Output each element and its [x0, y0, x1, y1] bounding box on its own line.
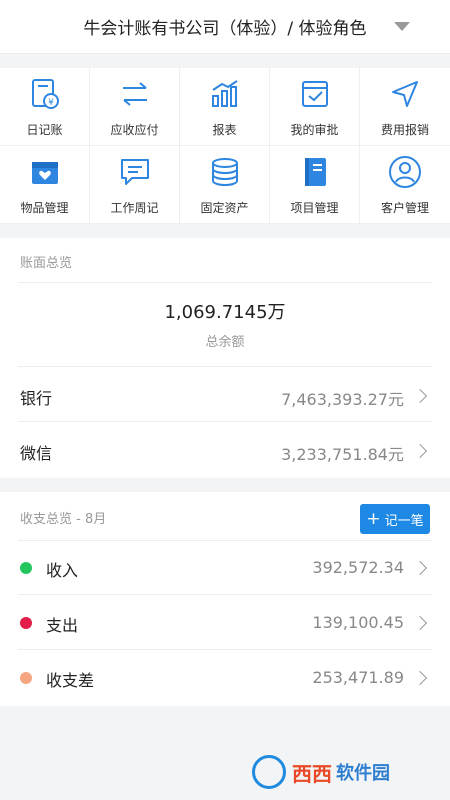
- chevron-right-icon: [412, 388, 428, 404]
- account-overview-card: 账面总览 1,069.7145万 总余额 银行 7,463,393.27元 微信…: [0, 238, 450, 478]
- menu-label: 报表: [212, 123, 237, 137]
- watermark: 西西 软件园: [252, 754, 432, 790]
- income-dot: [20, 562, 32, 574]
- account-row-label: 微信: [20, 444, 53, 463]
- add-record-button[interactable]: + 记一笔: [360, 504, 430, 534]
- divider: [18, 594, 432, 595]
- bar-chart-icon: [207, 76, 243, 112]
- expense-row-value: 139,100.45: [312, 613, 404, 632]
- app-header: 牛会计账有书公司（体验）/ 体验角色: [0, 0, 450, 54]
- expense-row-label: 支出: [46, 616, 79, 635]
- divider: [18, 649, 432, 650]
- dropdown-caret-icon[interactable]: [394, 22, 410, 31]
- menu-label: 工作周记: [110, 201, 159, 215]
- income-row-label: 收入: [46, 561, 79, 580]
- add-record-label: 记一笔: [384, 513, 424, 529]
- account-row-value: 7,463,393.27元: [281, 390, 404, 409]
- feature-grid: ¥ 日记账 应收应付 报表 我的审批 费用报销 物品管理 工作周记 固定资产 项…: [0, 68, 450, 224]
- balance-diff-value: 253,471.89: [312, 668, 404, 687]
- balance-diff-dot: [20, 672, 32, 684]
- menu-label: 我的审批: [290, 123, 339, 137]
- menu-item-reports[interactable]: 报表: [180, 68, 270, 146]
- watermark-text: 西西: [292, 761, 332, 786]
- approval-icon: [297, 76, 333, 112]
- chevron-right-icon: [412, 443, 428, 459]
- expense-dot: [20, 617, 32, 629]
- total-balance-value: 1,069.7145万: [164, 302, 286, 323]
- chevron-right-icon: [412, 670, 428, 686]
- chat-note-icon: [117, 154, 153, 190]
- divider: [18, 366, 432, 367]
- menu-item-expense[interactable]: 费用报销: [360, 68, 450, 146]
- coins-stack-icon: [207, 154, 243, 190]
- menu-label: 日记账: [26, 123, 63, 137]
- menu-item-journal[interactable]: ¥ 日记账: [0, 68, 90, 146]
- transfer-arrows-icon: [117, 76, 153, 112]
- menu-item-receivable-payable[interactable]: 应收应付: [90, 68, 180, 146]
- divider: [18, 282, 432, 283]
- menu-label: 客户管理: [380, 201, 429, 215]
- divider: [18, 421, 432, 422]
- notebook-icon: [297, 154, 333, 190]
- chevron-right-icon: [412, 615, 428, 631]
- company-title[interactable]: 牛会计账有书公司（体验）/ 体验角色: [83, 14, 366, 39]
- total-balance-label: 总余额: [205, 335, 245, 350]
- user-icon: [387, 154, 423, 190]
- menu-label: 固定资产: [200, 201, 249, 215]
- menu-label: 物品管理: [20, 201, 69, 215]
- menu-label: 项目管理: [290, 201, 339, 215]
- menu-item-customers[interactable]: 客户管理: [360, 146, 450, 224]
- plus-icon: +: [366, 508, 381, 529]
- balance-diff-label: 收支差: [46, 671, 95, 690]
- watermark-logo-icon: [252, 755, 286, 789]
- journal-icon: ¥: [27, 76, 63, 112]
- menu-item-approval[interactable]: 我的审批: [270, 68, 360, 146]
- account-row-label: 银行: [20, 389, 53, 408]
- menu-label: 费用报销: [380, 123, 429, 137]
- box-icon: [27, 154, 63, 190]
- section-title: 账面总览: [20, 256, 73, 271]
- svg-text:¥: ¥: [48, 98, 54, 108]
- menu-item-goods[interactable]: 物品管理: [0, 146, 90, 224]
- watermark-subtext: 软件园: [336, 763, 390, 784]
- navigation-icon: [387, 76, 423, 112]
- account-row-value: 3,233,751.84元: [281, 445, 404, 464]
- section-title: 收支总览 - 8月: [20, 512, 107, 527]
- income-expense-card: 收支总览 - 8月 + 记一笔 收入 392,572.34 支出 139,100…: [0, 492, 450, 706]
- menu-label: 应收应付: [110, 123, 159, 137]
- divider: [18, 540, 432, 541]
- chevron-right-icon: [412, 560, 428, 576]
- menu-item-projects[interactable]: 项目管理: [270, 146, 360, 224]
- menu-item-weekly[interactable]: 工作周记: [90, 146, 180, 224]
- menu-item-assets[interactable]: 固定资产: [180, 146, 270, 224]
- income-row-value: 392,572.34: [312, 558, 404, 577]
